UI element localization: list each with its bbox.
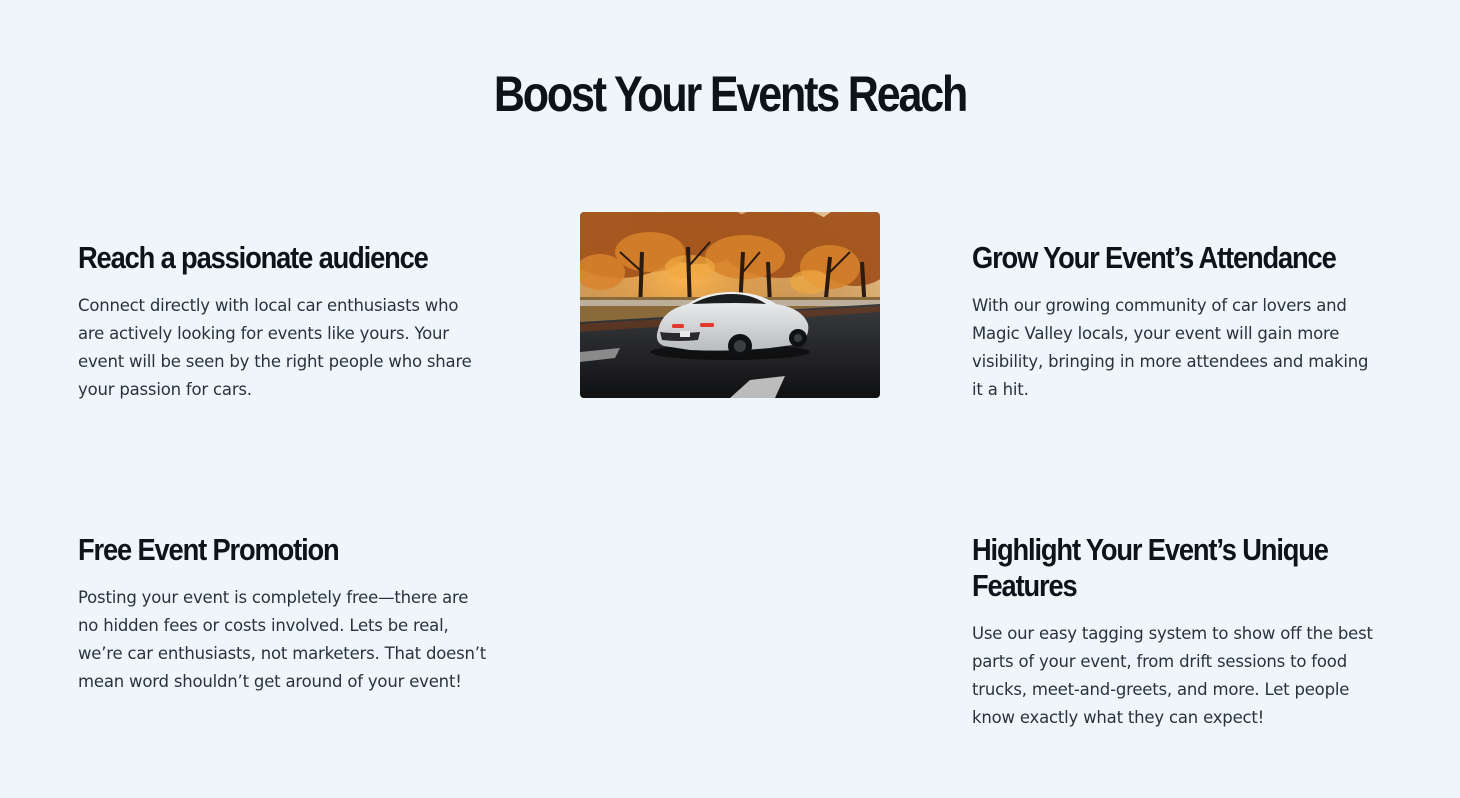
feature-heading: Free Event Promotion — [78, 532, 340, 567]
feature-heading: Highlight Your Event’s Unique Features — [972, 532, 1329, 603]
feature-heading: Grow Your Event’s Attendance — [972, 240, 1337, 275]
feature-grow-attendance: Grow Your Event’s Attendance With our gr… — [972, 240, 1382, 404]
feature-description: Use our easy tagging system to show off … — [972, 624, 1373, 727]
feature-description: With our growing community of car lovers… — [972, 296, 1369, 399]
feature-heading: Reach a passionate audience — [78, 240, 429, 275]
feature-description: Connect directly with local car enthusia… — [78, 296, 472, 399]
car-photo — [580, 212, 880, 398]
feature-reach-audience: Reach a passionate audience Connect dire… — [78, 240, 488, 404]
feature-free-promotion: Free Event Promotion Posting your event … — [78, 532, 488, 696]
feature-description: Posting your event is completely free—th… — [78, 588, 487, 691]
page-title: Boost Your Events Reach — [493, 66, 968, 122]
feature-unique-features: Highlight Your Event’s Unique Features U… — [972, 532, 1382, 732]
